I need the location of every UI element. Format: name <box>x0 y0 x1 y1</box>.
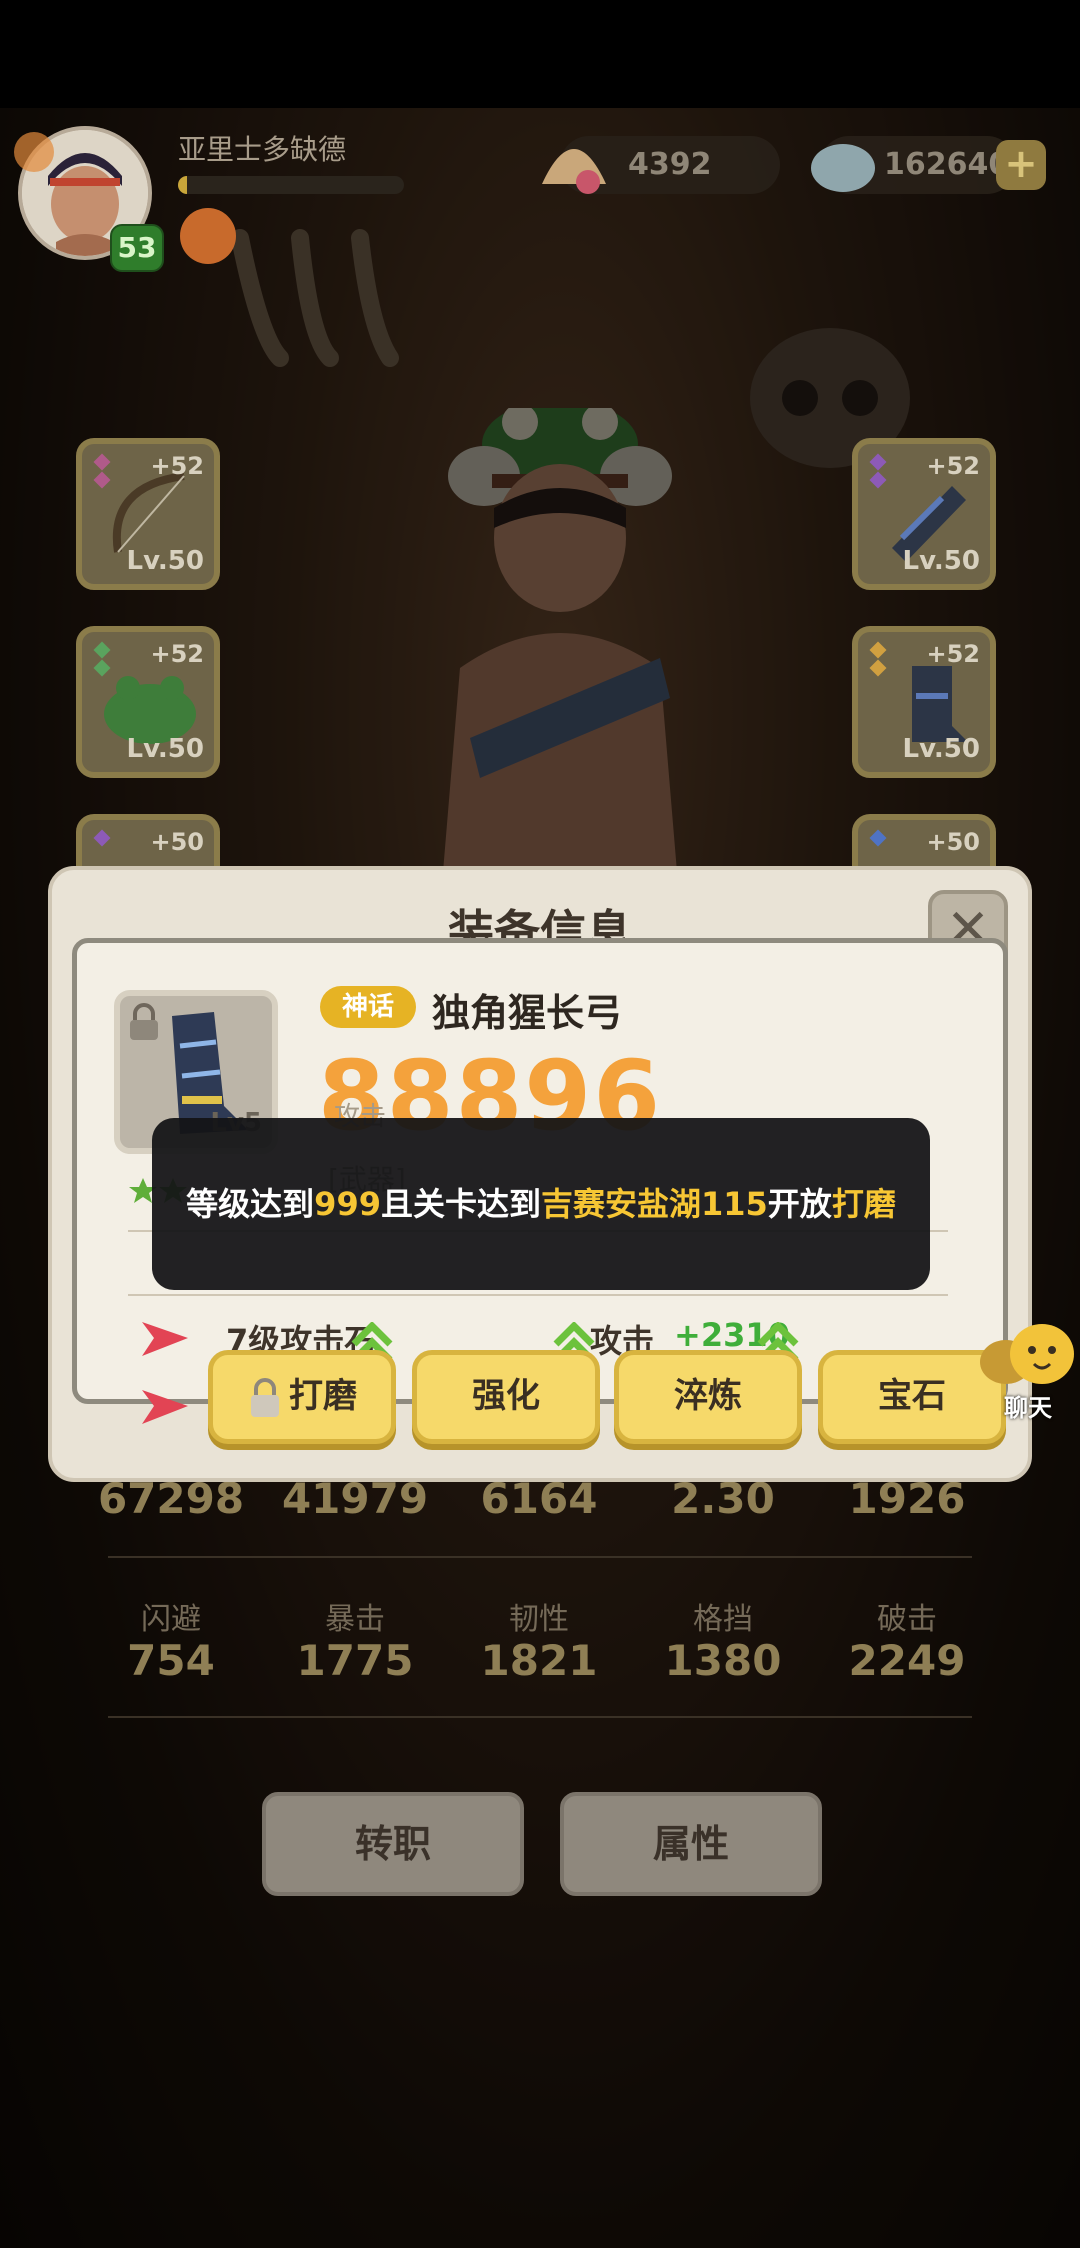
slot-enhance-level: +52 <box>926 452 980 480</box>
stat-value-block: 1380 <box>664 1636 782 1685</box>
stat-value-pierce: 2249 <box>848 1636 966 1685</box>
vip-icon <box>14 132 54 172</box>
slot-item-level: Lv.50 <box>902 546 980 576</box>
toast-text: 开放 <box>767 1185 832 1223</box>
red-gem-icon <box>142 1322 188 1356</box>
toast-feature: 打磨 <box>831 1185 896 1223</box>
red-gem-icon <box>142 1390 188 1424</box>
player-level-badge: 53 <box>110 224 164 272</box>
player-name: 亚里士多缺德 <box>178 133 347 166</box>
stat-label-dodge: 闪避 <box>141 1602 201 1637</box>
toast-stage: 吉赛安盐湖115 <box>540 1185 768 1223</box>
slot-enhance-level: +52 <box>926 640 980 668</box>
toast-text: 且关卡达到 <box>380 1185 541 1223</box>
toast-text: 等级达到 <box>186 1185 315 1223</box>
add-currency-button[interactable]: + <box>996 140 1046 190</box>
guild-icon[interactable] <box>180 208 236 264</box>
slot-enhance-level: +52 <box>150 640 204 668</box>
grind-button[interactable]: 打磨 <box>208 1350 396 1444</box>
stats-divider <box>108 1556 972 1558</box>
stat-value-tenacity: 1821 <box>480 1636 598 1685</box>
chat-label: 聊天 <box>1004 1394 1052 1422</box>
shell-coin-icon <box>542 149 606 194</box>
job-change-button[interactable]: 转职 <box>262 1792 524 1896</box>
unlock-toast: 等级达到999且关卡达到吉赛安盐湖115开放打磨 <box>152 1118 930 1290</box>
chat-emoji-icon <box>980 1324 1074 1384</box>
lock-icon <box>130 1003 158 1040</box>
slot-item-level: Lv.50 <box>902 734 980 764</box>
stat-label-block: 格挡 <box>693 1602 753 1637</box>
dialog-divider <box>128 1294 948 1296</box>
enhance-button[interactable]: 强化 <box>412 1350 600 1444</box>
stat-label-pierce: 破击 <box>877 1602 937 1637</box>
stat-label-crit: 暴击 <box>325 1602 385 1637</box>
grind-label: 打磨 <box>289 1376 357 1416</box>
slot-gems <box>869 829 887 850</box>
slot-gems <box>93 829 111 850</box>
slot-item-level: Lv.50 <box>126 734 204 764</box>
refine-button[interactable]: 淬炼 <box>614 1350 802 1444</box>
equip-slot-boots[interactable]: +52 Lv.50 <box>852 626 996 778</box>
attributes-button[interactable]: 属性 <box>560 1792 822 1896</box>
xp-bar <box>178 176 404 194</box>
stat-label-tenacity: 韧性 <box>509 1602 569 1637</box>
stats-divider <box>108 1716 972 1718</box>
slot-enhance-level: +50 <box>926 828 980 856</box>
equip-slot-helmet[interactable]: +52 Lv.50 <box>76 626 220 778</box>
toast-level: 999 <box>314 1185 381 1223</box>
equip-slot-bracer[interactable]: +52 Lv.50 <box>852 438 996 590</box>
lock-icon <box>251 1377 279 1417</box>
slot-enhance-level: +52 <box>150 452 204 480</box>
slot-enhance-level: +50 <box>150 828 204 856</box>
chat-button[interactable]: 聊天 <box>976 1322 1080 1422</box>
diamond-shell-icon <box>811 144 875 192</box>
stat-value-dodge: 754 <box>127 1636 215 1685</box>
item-name: 独角猩长弓 <box>432 991 623 1035</box>
stat-value-crit: 1775 <box>296 1636 414 1685</box>
slot-item-level: Lv.50 <box>126 546 204 576</box>
rarity-badge: 神话 <box>320 986 416 1028</box>
equip-slot-weapon[interactable]: +52 Lv.50 <box>76 438 220 590</box>
